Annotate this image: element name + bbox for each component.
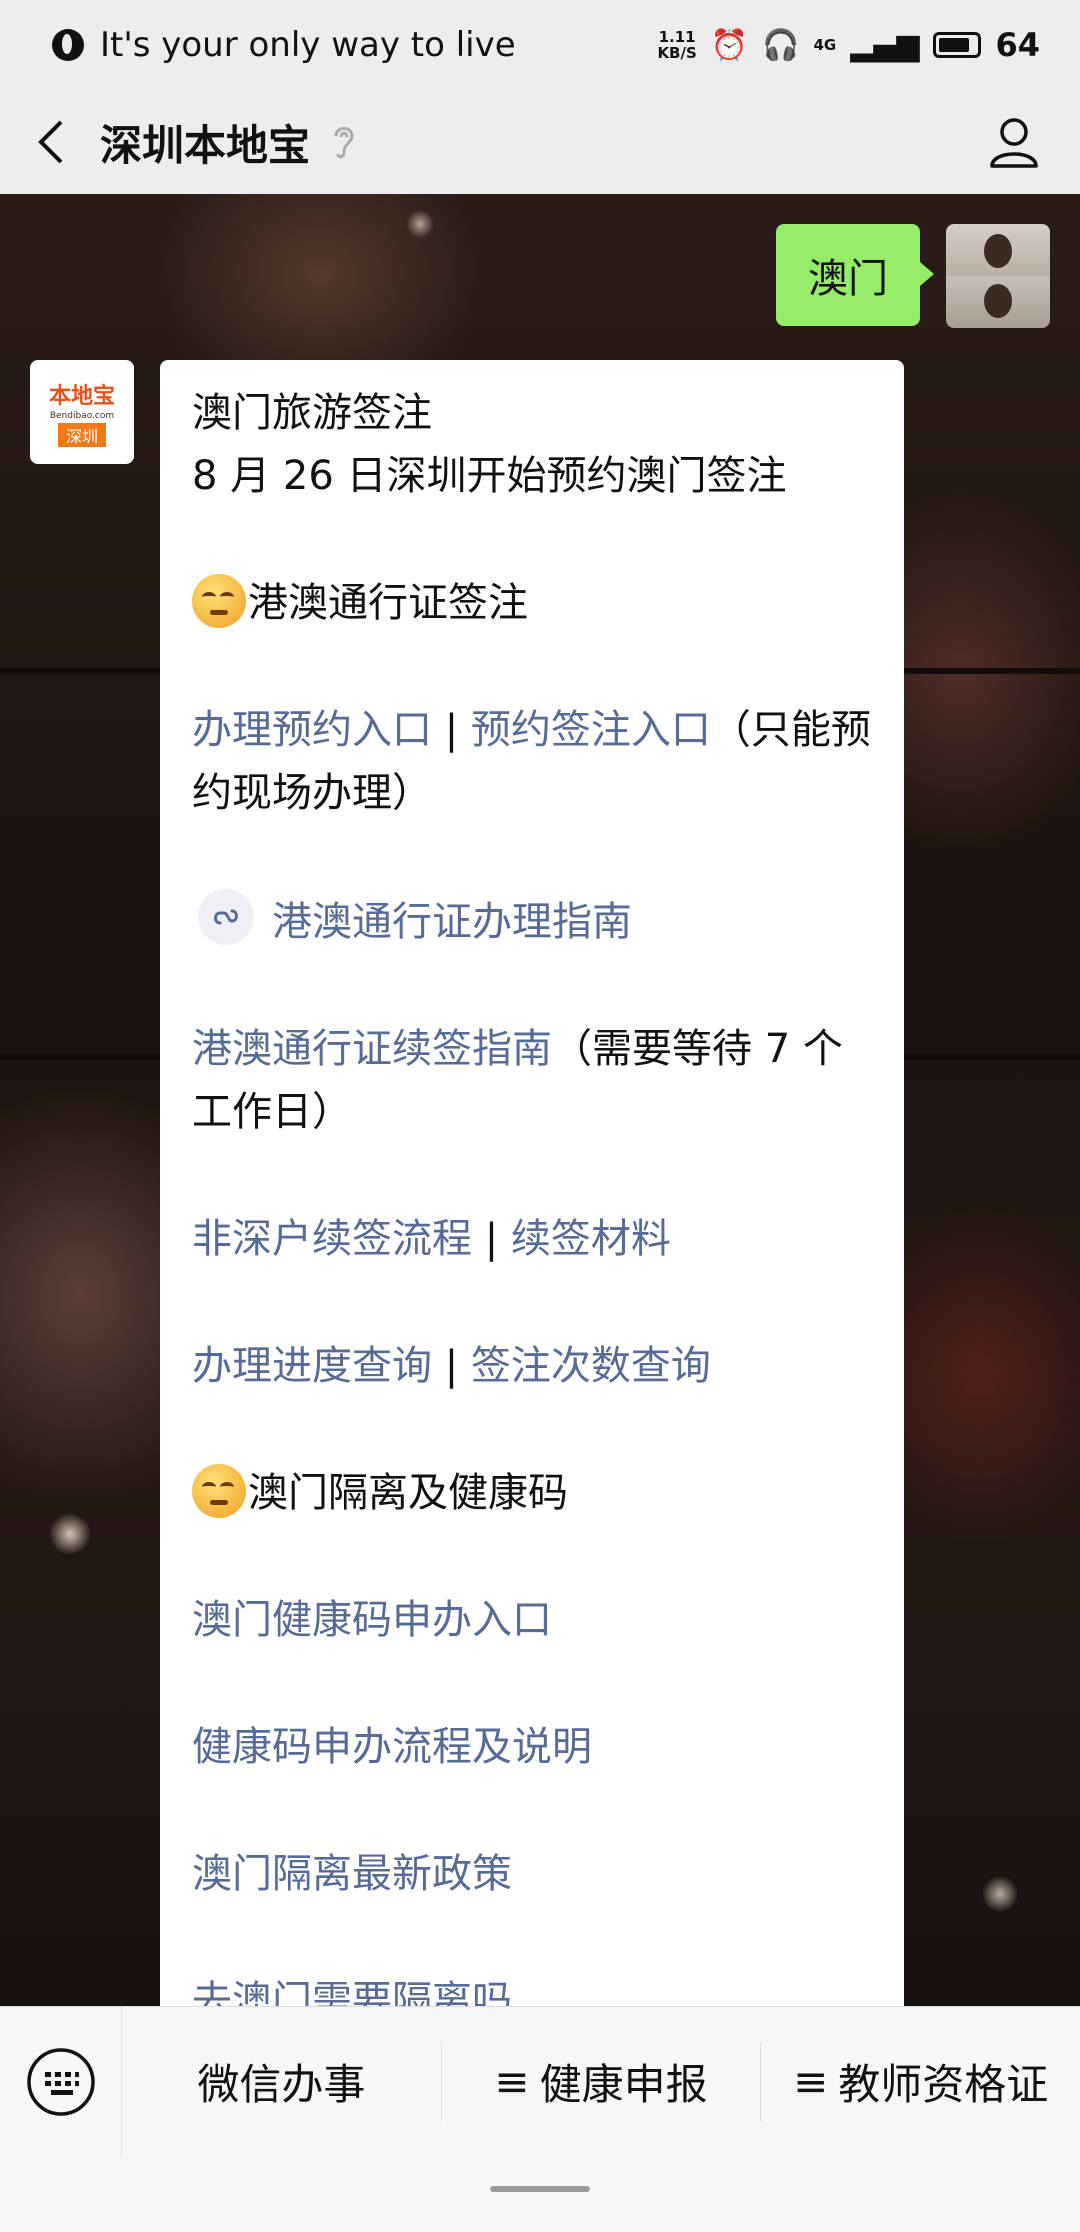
keyboard-icon <box>26 2047 95 2116</box>
section-heading-quarantine-text: 澳门隔离及健康码 <box>248 1470 568 1516</box>
booking-entry-link[interactable]: 办理预约入口 <box>192 707 432 753</box>
passport-guide-link[interactable]: 港澳通行证办理指南 <box>272 899 632 945</box>
battery-level: 64 <box>995 26 1040 64</box>
ear-icon <box>334 127 354 159</box>
renew-materials-link[interactable]: 续签材料 <box>511 1216 671 1262</box>
renew-guide-link[interactable]: 港澳通行证续签指南 <box>192 1026 552 1072</box>
outgoing-message: 澳门 <box>776 224 1050 328</box>
link-separator: | <box>472 1216 511 1262</box>
health-code-apply-link[interactable]: 澳门健康码申办入口 <box>192 1597 552 1643</box>
visa-booking-link[interactable]: 预约签注入口 <box>471 707 711 753</box>
progress-query-link[interactable]: 办理进度查询 <box>192 1343 432 1389</box>
need-quarantine-link[interactable]: 去澳门需要隔离吗 <box>192 1978 512 2006</box>
health-code-apply: 澳门健康码申办入口 <box>192 1589 872 1652</box>
incoming-bubble: 澳门旅游签注 8 月 26 日深圳开始预约澳门签注 港澳通行证签注 办理预约入口… <box>160 360 904 2006</box>
link-separator: | <box>432 1343 471 1389</box>
chat-area[interactable]: 澳门 本地宝 Bendibao.com 深圳 澳门旅游签注 8 月 26 日深圳… <box>0 194 1080 2006</box>
status-carrier-text: It's your only way to live <box>100 25 516 65</box>
quarantine-policy-link[interactable]: 澳门隔离最新政策 <box>192 1851 512 1897</box>
menu-item-wechat-services[interactable]: 微信办事 <box>122 2007 441 2157</box>
menu-item-label: 教师资格证 <box>838 2060 1049 2109</box>
logo-city-text: 深圳 <box>57 422 106 447</box>
health-code-flow: 健康码申办流程及说明 <box>192 1716 872 1779</box>
back-button[interactable] <box>0 90 100 194</box>
alarm-icon: ⏰ <box>710 27 749 63</box>
official-account-avatar[interactable]: 本地宝 Bendibao.com 深圳 <box>30 360 134 464</box>
logo-main-text: 本地宝 <box>48 382 115 409</box>
globe-icon <box>52 29 84 61</box>
message-title: 澳门旅游签注 <box>192 390 432 436</box>
need-quarantine: 去澳门需要隔离吗 <box>192 1970 872 2006</box>
home-indicator[interactable] <box>490 2186 590 2192</box>
section-heading-visa: 港澳通行证签注 <box>192 572 872 635</box>
guide-mini-program[interactable]: 港澳通行证办理指南 <box>192 889 872 954</box>
signal-icon: ▂▄▆ <box>850 27 920 63</box>
mini-program-icon <box>198 889 254 945</box>
query-links: 办理进度查询 | 签注次数查询 <box>192 1335 872 1398</box>
network-type: 4G <box>813 36 837 54</box>
official-account-menu: 微信办事 ≡ 健康申报 ≡ 教师资格证 <box>0 2006 1080 2157</box>
logo-sub-text: Bendibao.com <box>49 410 115 421</box>
headphones-icon: 🎧 <box>762 27 800 63</box>
renew-guide: 港澳通行证续签指南（需要等待 7 个工作日） <box>192 1018 872 1144</box>
profile-icon[interactable] <box>984 112 1044 172</box>
link-separator: | <box>432 707 471 753</box>
submenu-icon: ≡ <box>494 2057 530 2106</box>
network-speed-value: 1.11 <box>658 28 696 46</box>
gesture-area <box>0 2156 1080 2232</box>
menu-item-teacher-cert[interactable]: ≡ 教师资格证 <box>761 2007 1080 2157</box>
keyboard-toggle-button[interactable] <box>0 2006 122 2157</box>
message-subtitle: 8 月 26 日深圳开始预约澳门签注 <box>192 453 787 499</box>
menu-item-label: 健康申报 <box>539 2060 708 2109</box>
section-heading-visa-text: 港澳通行证签注 <box>248 580 528 626</box>
quarantine-policy: 澳门隔离最新政策 <box>192 1843 872 1906</box>
outgoing-bubble[interactable]: 澳门 <box>776 224 934 326</box>
section-heading-quarantine: 澳门隔离及健康码 <box>192 1462 872 1525</box>
menu-item-health-report[interactable]: ≡ 健康申报 <box>442 2007 761 2157</box>
network-speed-unit: KB/S <box>657 44 697 62</box>
status-bar: It's your only way to live 1.11 KB/S ⏰ 🎧… <box>0 0 1080 90</box>
submenu-icon: ≡ <box>793 2057 829 2106</box>
user-avatar[interactable] <box>946 224 1050 328</box>
nonlocal-renew-flow-link[interactable]: 非深户续签流程 <box>192 1216 472 1262</box>
health-code-flow-link[interactable]: 健康码申办流程及说明 <box>192 1724 592 1770</box>
menu-item-label: 微信办事 <box>197 2060 366 2109</box>
thinking-face-icon <box>192 1464 246 1518</box>
visa-count-query-link[interactable]: 签注次数查询 <box>471 1343 711 1389</box>
network-speed: 1.11 KB/S <box>657 29 696 61</box>
renew-links: 非深户续签流程 | 续签材料 <box>192 1208 872 1271</box>
booking-links: 办理预约入口 | 预约签注入口（只能预约现场办理） <box>192 699 872 825</box>
nav-bar: 深圳本地宝 <box>0 90 1080 194</box>
chevron-left-icon <box>38 120 63 164</box>
battery-icon <box>933 32 982 58</box>
thinking-face-icon <box>192 574 246 628</box>
chat-title: 深圳本地宝 <box>100 120 311 170</box>
